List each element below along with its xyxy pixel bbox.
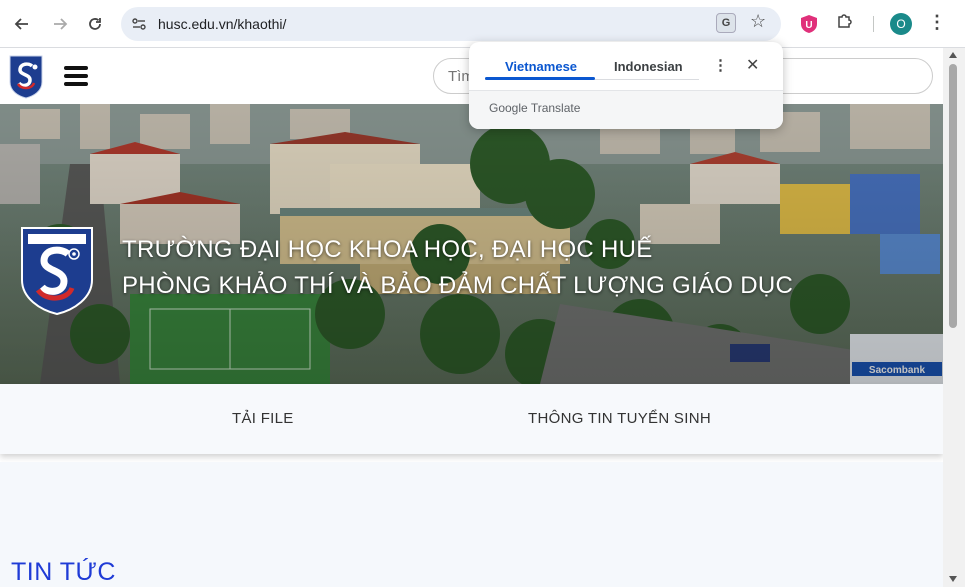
menu-toggle-icon[interactable] — [64, 66, 88, 86]
menu-item-admissions[interactable]: THÔNG TIN TUYỂN SINH — [528, 410, 711, 427]
news-section: TIN TỨC — [0, 462, 943, 587]
brand-translate: Translate — [527, 101, 581, 115]
url-text: husc.edu.vn/khaothi/ — [158, 16, 287, 32]
site-settings-icon[interactable] — [131, 16, 147, 32]
menu-item-download[interactable]: TẢI FILE — [232, 410, 294, 427]
popup-options-icon[interactable]: ⋮ — [713, 56, 728, 74]
scroll-up-icon[interactable] — [949, 52, 957, 58]
google-translate-brand: Google Translate — [489, 101, 580, 115]
puzzle-icon[interactable] — [836, 12, 854, 35]
tab-indonesian[interactable]: Indonesian — [614, 59, 683, 74]
university-logo[interactable] — [8, 54, 44, 100]
profile-avatar[interactable]: O — [890, 13, 912, 35]
banner-title: TRƯỜNG ĐẠI HỌC KHOA HỌC, ĐẠI HỌC HUẾ — [122, 236, 653, 263]
reload-icon[interactable] — [83, 12, 107, 36]
svg-text:U: U — [805, 20, 812, 31]
scrollbar-thumb[interactable] — [949, 64, 957, 328]
back-icon[interactable] — [10, 12, 34, 36]
kebab-icon[interactable]: ⋮ — [928, 12, 946, 33]
banner-subtitle: PHÒNG KHẢO THÍ VÀ BẢO ĐẢM CHẤT LƯỢNG GIÁ… — [122, 272, 794, 299]
translate-icon[interactable]: G — [716, 13, 736, 33]
translate-popup: Vietnamese Indonesian ⋮ ✕ Google Transla… — [469, 42, 783, 129]
toolbar-divider — [873, 16, 874, 32]
main-menu: TẢI FILE THÔNG TIN TUYỂN SINH — [0, 384, 943, 454]
address-bar[interactable]: husc.edu.vn/khaothi/ — [121, 7, 781, 41]
forward-icon[interactable] — [48, 12, 72, 36]
brand-google: Google — [489, 101, 528, 115]
active-tab-indicator — [485, 77, 595, 80]
close-icon[interactable]: ✕ — [746, 55, 759, 75]
browser-toolbar: husc.edu.vn/khaothi/ G ☆ U O ⋮ — [0, 0, 965, 48]
page-viewport: Sacombank TRƯỜNG ĐẠI HỌC KHOA HỌC, ĐẠI H… — [0, 48, 943, 587]
banner-logo — [21, 227, 93, 316]
news-heading: TIN TỨC — [11, 558, 116, 586]
scroll-down-icon[interactable] — [949, 576, 957, 582]
star-icon[interactable]: ☆ — [750, 11, 766, 32]
tab-vietnamese[interactable]: Vietnamese — [505, 59, 577, 74]
page-scrollbar[interactable] — [943, 48, 965, 587]
hero-banner: Sacombank TRƯỜNG ĐẠI HỌC KHOA HỌC, ĐẠI H… — [0, 104, 943, 384]
extension-shield-icon[interactable]: U — [800, 14, 818, 34]
